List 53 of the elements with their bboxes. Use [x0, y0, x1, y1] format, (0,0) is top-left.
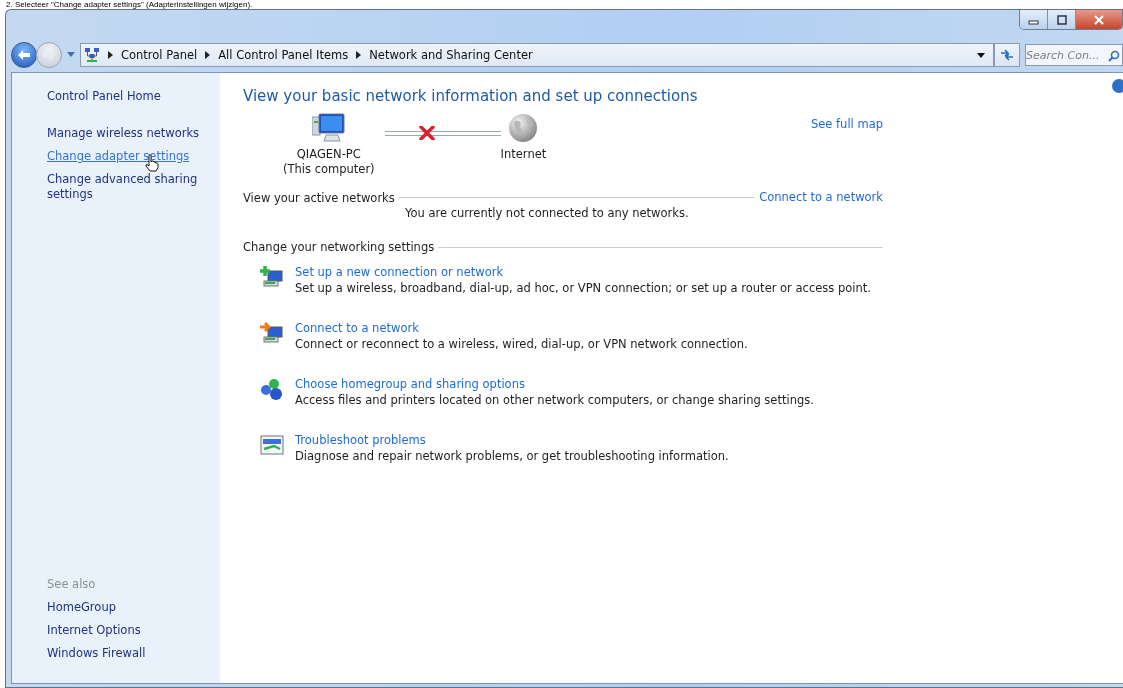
sidebar-link[interactable]: Change advanced sharing settings: [47, 172, 220, 202]
close-icon: [1093, 14, 1105, 25]
refresh-icon: [1000, 49, 1014, 61]
see-also-link[interactable]: Internet Options: [47, 623, 220, 638]
breadcrumb-arrow-icon[interactable]: [108, 51, 113, 59]
sidebar-link[interactable]: Control Panel Home: [47, 89, 220, 104]
internet-label: Internet: [500, 147, 547, 162]
refresh-button[interactable]: [994, 43, 1020, 67]
search-field[interactable]: Search Con...: [1025, 44, 1123, 66]
address-bar[interactable]: Control Panel All Control Panel Items Network and Sharing Center: [80, 43, 994, 67]
task-description: Diagnose and repair network problems, or get troubleshooting information.: [295, 448, 729, 465]
task-description: Set up a wireless, broadband, dial-up, ad hoc, or VPN connection; or set up a router or access point.: [295, 280, 871, 297]
section-heading: View your active networks: [243, 190, 395, 205]
network-arrow-icon: [260, 321, 284, 345]
see-also-link[interactable]: Windows Firewall: [47, 646, 220, 661]
task-link[interactable]: Troubleshoot problems: [295, 433, 426, 447]
caption-text: 2. Selecteer "Change adapter settings" (Adapterinstellingen wijzigen).: [5, 0, 254, 9]
breadcrumb[interactable]: All Control Panel Items: [218, 48, 349, 62]
status-message: You are currently not connected to any networks.: [405, 206, 690, 220]
network-plus-icon: [260, 265, 284, 289]
address-dropdown-icon[interactable]: [977, 52, 985, 58]
breadcrumb[interactable]: Network and Sharing Center: [369, 48, 533, 62]
breadcrumb-arrow-icon[interactable]: [205, 51, 211, 59]
recent-pages-caret-icon[interactable]: [67, 52, 75, 58]
page-title: View your basic network information and set up connections: [243, 87, 699, 105]
see-full-map-link[interactable]: See full map: [810, 117, 883, 132]
computer-note: (This computer): [283, 162, 375, 177]
task-description: Connect or reconnect to a wireless, wired, dial-up, or VPN network connection.: [295, 336, 748, 353]
sidebar-link[interactable]: Manage wireless networks: [47, 126, 220, 141]
close-button[interactable]: [1076, 10, 1122, 29]
task-description: Access files and printers located on other network computers, or change sharing settings.: [295, 392, 814, 409]
computer-name: QIAGEN-PC: [296, 147, 361, 162]
network-icon: [84, 47, 100, 63]
task-link[interactable]: Choose homegroup and sharing options: [295, 377, 525, 391]
breadcrumb-arrow-icon[interactable]: [356, 51, 362, 59]
see-also-heading: See also: [47, 577, 97, 591]
computer-icon: [311, 113, 346, 143]
connect-network-link[interactable]: Connect to a network: [759, 190, 883, 205]
task-link[interactable]: Set up a new connection or network: [295, 265, 504, 279]
maximize-icon: [1055, 14, 1068, 25]
sidebar-link[interactable]: Change adapter settings: [47, 149, 220, 164]
search-icon: [1108, 50, 1120, 62]
section-heading: Change your networking settings: [243, 240, 435, 254]
troubleshoot-icon: [260, 433, 284, 457]
see-also-link[interactable]: HomeGroup: [47, 600, 220, 615]
homegroup-icon: [260, 377, 284, 401]
globe-icon: [508, 113, 539, 143]
back-button[interactable]: [11, 42, 37, 68]
maximize-button[interactable]: [1048, 10, 1076, 29]
task-link[interactable]: Connect to a network: [295, 321, 419, 335]
minimize-button[interactable]: [1020, 10, 1048, 29]
breadcrumb[interactable]: Control Panel: [121, 48, 198, 62]
back-arrow-icon: [17, 49, 31, 61]
